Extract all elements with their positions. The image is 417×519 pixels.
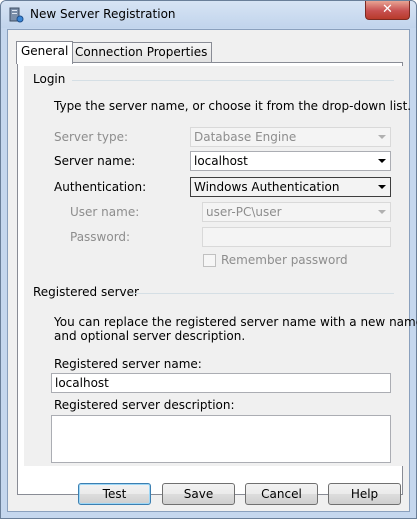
test-button[interactable]: Test: [78, 483, 151, 505]
help-button-label: Help: [350, 487, 379, 501]
help-button[interactable]: Help: [328, 483, 401, 505]
close-icon: ✕: [382, 2, 393, 17]
close-button[interactable]: ✕: [365, 1, 410, 20]
login-instruction: Type the server name, or choose it from …: [54, 99, 412, 113]
server-name-value: localhost: [194, 154, 248, 168]
registered-description-textarea[interactable]: [51, 415, 391, 463]
chevron-down-icon[interactable]: [378, 185, 386, 189]
remember-password-label: Remember password: [221, 253, 348, 267]
server-type-label: Server type:: [54, 130, 129, 144]
server-name-combo[interactable]: localhost: [190, 151, 391, 171]
cancel-button[interactable]: Cancel: [245, 483, 318, 505]
title-bar[interactable]: New Server Registration ✕: [1, 1, 416, 28]
server-type-value: Database Engine: [194, 130, 297, 144]
registered-name-label: Registered server name:: [54, 357, 202, 371]
registered-section-title: Registered server: [33, 285, 139, 299]
window-title: New Server Registration: [30, 7, 176, 21]
tab-general-label: General: [21, 44, 69, 58]
remember-password-checkbox: [203, 254, 216, 267]
tab-general[interactable]: General: [16, 41, 74, 64]
save-button-label: Save: [183, 487, 214, 501]
chevron-down-icon[interactable]: [378, 159, 386, 163]
server-type-select: Database Engine: [190, 127, 391, 147]
tab-connection-properties[interactable]: Connection Properties: [70, 42, 213, 63]
registered-description-label: Registered server description:: [54, 398, 235, 412]
user-name-label: User name:: [70, 205, 140, 219]
registered-instruction-line2: and optional server description.: [54, 329, 246, 343]
registered-divider: [130, 293, 394, 294]
server-registration-icon: [9, 7, 24, 23]
cancel-button-label: Cancel: [261, 487, 302, 501]
server-name-label: Server name:: [54, 154, 136, 168]
authentication-label: Authentication:: [54, 180, 147, 194]
password-field: [202, 227, 391, 247]
authentication-value: Windows Authentication: [194, 180, 340, 194]
password-label: Password:: [70, 230, 131, 244]
chevron-down-icon: [378, 210, 386, 214]
chevron-down-icon: [378, 135, 386, 139]
registered-name-input[interactable]: localhost: [51, 373, 391, 393]
registered-instruction-line1: You can replace the registered server na…: [54, 315, 417, 329]
user-name-combo: user-PC\user: [202, 202, 391, 222]
registered-name-value: localhost: [55, 376, 109, 390]
login-divider: [72, 80, 394, 81]
user-name-value: user-PC\user: [206, 205, 282, 219]
login-section-title: Login: [33, 72, 66, 86]
tab-connection-properties-label: Connection Properties: [75, 45, 208, 59]
test-button-label: Test: [102, 487, 127, 501]
authentication-select[interactable]: Windows Authentication: [190, 177, 391, 197]
save-button[interactable]: Save: [162, 483, 235, 505]
